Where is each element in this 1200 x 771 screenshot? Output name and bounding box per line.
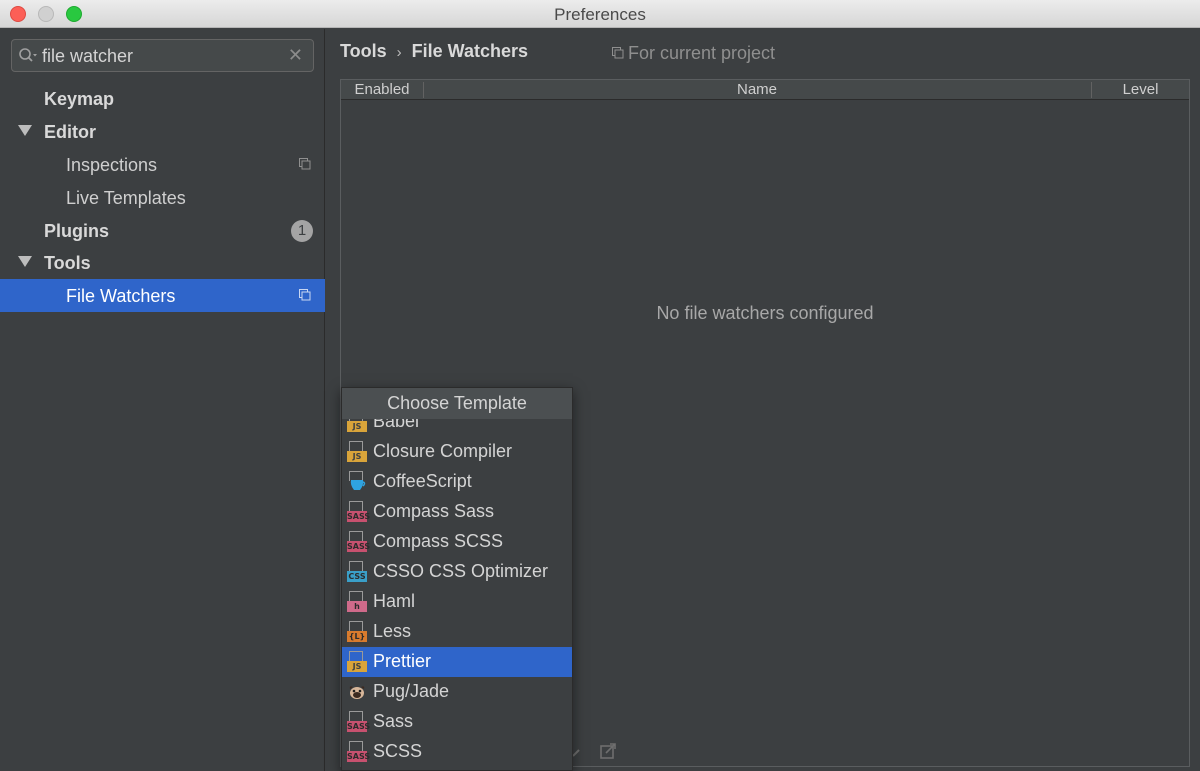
sass-file-icon: SASS bbox=[347, 531, 371, 553]
breadcrumb: Tools › File Watchers bbox=[340, 41, 528, 62]
template-item-label: Compass Sass bbox=[373, 501, 495, 521]
template-item-label: CSSO CSS Optimizer bbox=[373, 561, 549, 581]
sidebar-item-plugins[interactable]: Plugins 1 bbox=[0, 214, 325, 247]
pug-icon bbox=[347, 681, 369, 703]
table-toolbar bbox=[572, 743, 616, 759]
choose-template-popup: Choose Template JS Babel JS Closure Compile… bbox=[341, 387, 573, 771]
css-file-icon: CSS bbox=[347, 561, 369, 583]
template-item-prettier[interactable]: JS Prettier bbox=[342, 647, 572, 677]
template-item-coffeescript[interactable]: CoffeeScript bbox=[342, 467, 572, 497]
haml-file-icon: h bbox=[347, 591, 369, 613]
template-item-pug-jade[interactable]: Pug/Jade bbox=[342, 677, 572, 707]
file-type-tag: h bbox=[347, 601, 367, 612]
template-item-label: Pug/Jade bbox=[373, 681, 450, 701]
file-type-tag: {L} bbox=[347, 631, 367, 642]
column-header-enabled[interactable]: Enabled bbox=[341, 81, 423, 99]
template-item-label: Closure Compiler bbox=[373, 441, 513, 461]
settings-sidebar: ✕ Keymap Editor Inspections Live Templat… bbox=[0, 29, 325, 771]
project-scope-icon bbox=[612, 47, 624, 59]
template-item-label: Sass bbox=[373, 711, 414, 731]
title-bar: Preferences bbox=[0, 0, 1200, 28]
column-header-level[interactable]: Level bbox=[1092, 81, 1189, 99]
sidebar-item-label: Keymap bbox=[44, 89, 115, 109]
window-title: Preferences bbox=[554, 5, 646, 24]
sidebar-item-label: Plugins bbox=[44, 221, 110, 241]
coffeescript-file-icon bbox=[347, 471, 369, 493]
search-icon bbox=[19, 48, 37, 62]
export-icon[interactable] bbox=[600, 743, 616, 759]
template-item-less[interactable]: {L} Less bbox=[342, 617, 572, 647]
settings-search-input[interactable] bbox=[42, 45, 282, 67]
template-item-label: SCSS bbox=[373, 741, 423, 761]
file-type-tag: SASS bbox=[347, 721, 371, 732]
sidebar-item-file-watchers[interactable]: File Watchers bbox=[0, 279, 325, 312]
template-item-label: Babel bbox=[373, 419, 420, 431]
template-item-babel[interactable]: JS Babel bbox=[342, 419, 572, 437]
template-item-haml[interactable]: h Haml bbox=[342, 587, 572, 617]
js-file-icon: JS bbox=[347, 419, 369, 433]
sidebar-item-label: Tools bbox=[44, 253, 91, 273]
template-item-label: Prettier bbox=[373, 651, 432, 671]
file-type-tag: CSS bbox=[347, 571, 367, 582]
template-item-label: CoffeeScript bbox=[373, 471, 472, 491]
sidebar-item-label: Inspections bbox=[66, 155, 158, 175]
template-item-sass[interactable]: SASS Sass bbox=[342, 707, 572, 737]
template-item-label: Less bbox=[373, 621, 412, 641]
template-item-label: Haml bbox=[373, 591, 416, 611]
template-list[interactable]: JS Babel JS Closure Compiler CoffeeScript SAS… bbox=[342, 419, 572, 770]
scope-text: For current project bbox=[628, 43, 776, 63]
template-item-compass-scss[interactable]: SASS Compass SCSS bbox=[342, 527, 572, 557]
empty-table-message: No file watchers configured bbox=[656, 303, 874, 323]
popup-title: Choose Template bbox=[342, 388, 572, 419]
template-item-closure-compiler[interactable]: JS Closure Compiler bbox=[342, 437, 572, 467]
breadcrumb-separator: › bbox=[396, 44, 402, 61]
template-item-csso-css-optimizer[interactable]: CSS CSSO CSS Optimizer bbox=[342, 557, 572, 587]
breadcrumb-root: Tools bbox=[340, 41, 387, 61]
file-type-tag: SASS bbox=[347, 541, 371, 552]
sidebar-item-inspections[interactable]: Inspections bbox=[0, 148, 325, 181]
column-header-name[interactable]: Name bbox=[424, 81, 1090, 99]
file-type-tag: SASS bbox=[347, 511, 371, 522]
js-file-icon: JS bbox=[347, 651, 369, 673]
file-type-tag: JS bbox=[347, 421, 367, 432]
template-item-scss[interactable]: SASS SCSS bbox=[342, 737, 572, 767]
sidebar-item-live-templates[interactable]: Live Templates bbox=[0, 181, 325, 214]
file-type-tag: JS bbox=[347, 661, 367, 672]
sidebar-item-label: File Watchers bbox=[66, 286, 176, 306]
sidebar-item-label: Editor bbox=[44, 122, 96, 142]
expand-arrow-icon[interactable] bbox=[18, 256, 32, 267]
template-item-label: Compass SCSS bbox=[373, 531, 504, 551]
sidebar-item-keymap[interactable]: Keymap bbox=[0, 82, 325, 115]
js-file-icon: JS bbox=[347, 441, 369, 463]
template-item-compass-sass[interactable]: SASS Compass Sass bbox=[342, 497, 572, 527]
preferences-window: Preferences ✕ Keymap Editor Inspections bbox=[0, 0, 1200, 771]
sass-file-icon: SASS bbox=[347, 501, 371, 523]
sidebar-item-editor[interactable]: Editor bbox=[0, 115, 325, 148]
expand-arrow-icon[interactable] bbox=[18, 125, 32, 136]
sidebar-item-label: Live Templates bbox=[66, 188, 186, 208]
project-scope-icon bbox=[299, 289, 311, 301]
plugins-count-badge: 1 bbox=[291, 220, 313, 242]
sass-file-icon: SASS bbox=[347, 711, 371, 733]
breadcrumb-current: File Watchers bbox=[411, 41, 529, 61]
clear-search-icon[interactable]: ✕ bbox=[288, 46, 303, 64]
project-scope-icon bbox=[299, 158, 311, 170]
file-type-tag: SASS bbox=[347, 751, 371, 762]
sidebar-item-tools[interactable]: Tools bbox=[0, 246, 325, 279]
edit-icon[interactable] bbox=[572, 749, 580, 757]
file-type-tag: JS bbox=[347, 451, 367, 462]
sass-file-icon: SASS bbox=[347, 741, 371, 763]
settings-search-box[interactable]: ✕ bbox=[11, 39, 314, 72]
table-header: Enabled Name Level bbox=[341, 80, 1189, 100]
less-file-icon: {L} bbox=[347, 621, 369, 643]
scope-label: For current project bbox=[612, 43, 775, 64]
